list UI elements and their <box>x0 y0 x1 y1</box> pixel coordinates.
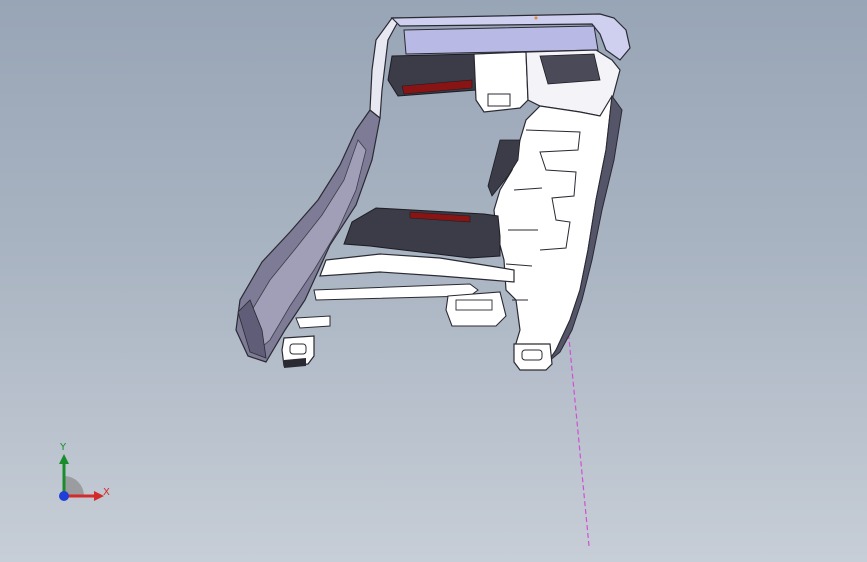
seat-front-edge <box>319 253 515 283</box>
z-axis-dot-icon <box>59 491 69 501</box>
graphics-viewport[interactable]: Y X <box>0 0 867 562</box>
center-bracket-slot <box>487 93 511 107</box>
center-runner-slot <box>455 299 493 311</box>
right-leg-slot <box>521 349 543 361</box>
y-axis-arrowhead <box>59 454 69 464</box>
x-axis-label: X <box>103 487 110 498</box>
left-runner <box>295 315 331 329</box>
origin-marker <box>534 16 538 20</box>
right-upper-shadow <box>539 53 601 85</box>
top-rail-face <box>403 25 599 55</box>
y-axis-label: Y <box>60 442 67 453</box>
construction-line <box>566 317 590 547</box>
left-leg-slot <box>289 343 307 355</box>
seat-shell-3d-model[interactable] <box>0 0 867 562</box>
